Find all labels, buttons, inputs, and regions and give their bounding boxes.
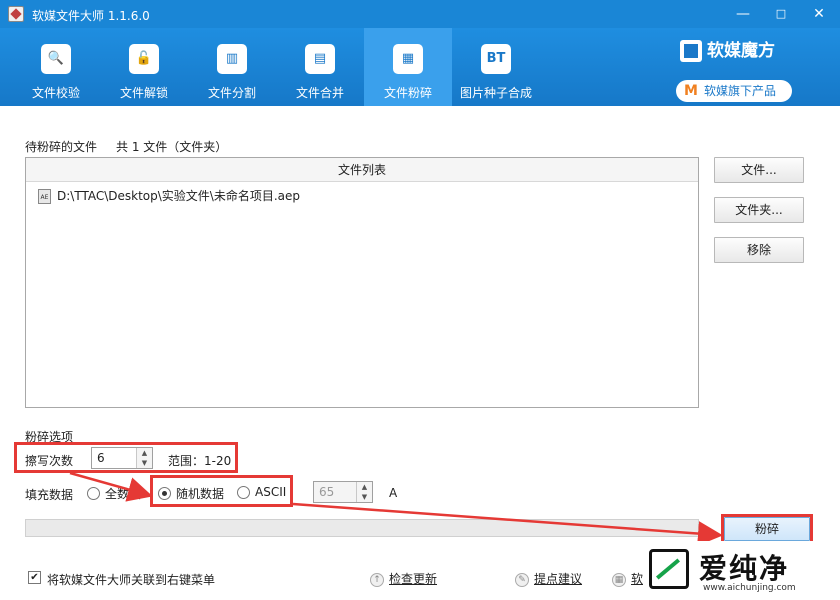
- more-label: 软: [631, 572, 644, 586]
- grid-icon: ▦: [612, 572, 626, 587]
- m-logo-icon: M: [684, 83, 698, 99]
- watermark-url: www.aichunjing.com: [703, 583, 796, 593]
- brand-logo[interactable]: 软媒魔方: [680, 36, 775, 62]
- radio-circle-icon: [237, 485, 250, 499]
- radio-label: 随机数据: [176, 487, 225, 501]
- tab-file-shred[interactable]: ▦ 文件粉碎: [364, 28, 452, 106]
- suggest-link[interactable]: ✎ 提点建议: [515, 570, 582, 587]
- context-menu-label: 将软媒文件大师关联到右键菜单: [47, 573, 216, 587]
- update-arrow-icon: ↑: [370, 572, 384, 587]
- magnifier-check-icon: 🔍: [41, 44, 71, 74]
- spinner-arrows-icon[interactable]: ▲ ▼: [136, 448, 152, 468]
- sub-brand-label: 软媒旗下产品: [704, 84, 777, 98]
- app-icon: [8, 6, 24, 22]
- tab-label: 文件合并: [295, 86, 344, 100]
- ascii-code-stepper[interactable]: 65 ▲ ▼: [313, 481, 373, 503]
- radio-label: 全数据: [105, 487, 142, 501]
- split-file-icon: ▥: [217, 44, 247, 74]
- file-path: D:\TTAC\Desktop\实验文件\未命名项目.aep: [57, 189, 301, 203]
- check-update-link[interactable]: ↑ 检查更新: [370, 570, 437, 587]
- erase-count-label: 擦写次数: [25, 454, 74, 468]
- watermark: 爱纯净 www.aichunjing.com: [643, 541, 840, 600]
- watermark-text: 爱纯净: [699, 552, 790, 585]
- shredder-icon: ▦: [393, 44, 423, 74]
- tab-label: 图片种子合成: [459, 86, 532, 100]
- range-label: 范围：1-20: [168, 454, 232, 468]
- erase-count-stepper[interactable]: 6 ▲ ▼: [91, 447, 153, 469]
- close-button[interactable]: ✕: [806, 4, 832, 24]
- watermark-logo-icon: [649, 549, 689, 589]
- context-menu-checkbox[interactable]: ✔: [28, 571, 41, 584]
- maximize-button[interactable]: □: [768, 4, 794, 24]
- radio-label: ASCII: [255, 485, 287, 499]
- toolbar: 🔍 文件校验 🔓 文件解锁 ▥ 文件分割 ▤ 文件合并 ▦ 文件粉碎 BT 图片…: [0, 28, 840, 106]
- ascii-code-value: 65: [319, 485, 335, 499]
- pending-label: 待粉碎的文件: [25, 140, 98, 154]
- tab-file-unlock[interactable]: 🔓 文件解锁: [100, 28, 188, 106]
- minimize-button[interactable]: —: [730, 4, 756, 24]
- erase-count-value: 6: [97, 451, 105, 465]
- shred-button[interactable]: 粉碎: [724, 517, 810, 541]
- merge-file-icon: ▤: [305, 44, 335, 74]
- more-link[interactable]: ▦ 软: [612, 570, 643, 587]
- radio-full-data[interactable]: 全数据: [87, 485, 141, 502]
- check-update-label: 检查更新: [389, 572, 438, 586]
- file-list-header: 文件列表: [26, 158, 698, 182]
- ae-file-icon: AE: [38, 189, 51, 204]
- pending-count: 共 1 文件（文件夹）: [116, 140, 228, 154]
- radio-circle-icon: [87, 487, 100, 500]
- brand-name: 软媒魔方: [707, 41, 775, 61]
- tab-label: 文件解锁: [119, 86, 168, 100]
- app-window: 软媒文件大师 1.1.6.0 — □ ✕ 🔍 文件校验 🔓 文件解锁 ▥ 文件分…: [0, 0, 840, 600]
- tab-label: 文件粉碎: [383, 86, 432, 100]
- suggest-label: 提点建议: [534, 572, 583, 586]
- bt-icon: BT: [481, 44, 511, 74]
- tab-image-seed[interactable]: BT 图片种子合成: [452, 28, 540, 106]
- remove-button[interactable]: 移除: [714, 237, 804, 263]
- tab-label: 文件分割: [207, 86, 256, 100]
- tab-file-split[interactable]: ▥ 文件分割: [188, 28, 276, 106]
- sub-brand-link[interactable]: M 软媒旗下产品: [676, 80, 792, 102]
- title-bar: 软媒文件大师 1.1.6.0 — □ ✕: [0, 0, 840, 28]
- window-title: 软媒文件大师 1.1.6.0: [32, 9, 150, 23]
- progress-bar: [25, 519, 699, 537]
- add-folder-button[interactable]: 文件夹...: [714, 197, 804, 223]
- unlock-icon: 🔓: [129, 44, 159, 74]
- ascii-char: A: [389, 486, 398, 500]
- cube-icon: [680, 40, 702, 62]
- pencil-icon: ✎: [515, 572, 529, 587]
- file-list[interactable]: 文件列表 AE D:\TTAC\Desktop\实验文件\未命名项目.aep: [25, 157, 699, 408]
- tab-file-verify[interactable]: 🔍 文件校验: [12, 28, 100, 106]
- list-item[interactable]: AE D:\TTAC\Desktop\实验文件\未命名项目.aep: [38, 188, 300, 204]
- spinner-arrows-icon[interactable]: ▲ ▼: [356, 482, 372, 502]
- tab-file-merge[interactable]: ▤ 文件合并: [276, 28, 364, 106]
- radio-selected-icon: [158, 487, 171, 500]
- add-file-button[interactable]: 文件...: [714, 157, 804, 183]
- tab-label: 文件校验: [31, 86, 80, 100]
- fill-data-label: 填充数据: [25, 488, 74, 502]
- radio-random-data[interactable]: 随机数据: [158, 485, 224, 502]
- radio-ascii[interactable]: ASCII: [237, 485, 286, 499]
